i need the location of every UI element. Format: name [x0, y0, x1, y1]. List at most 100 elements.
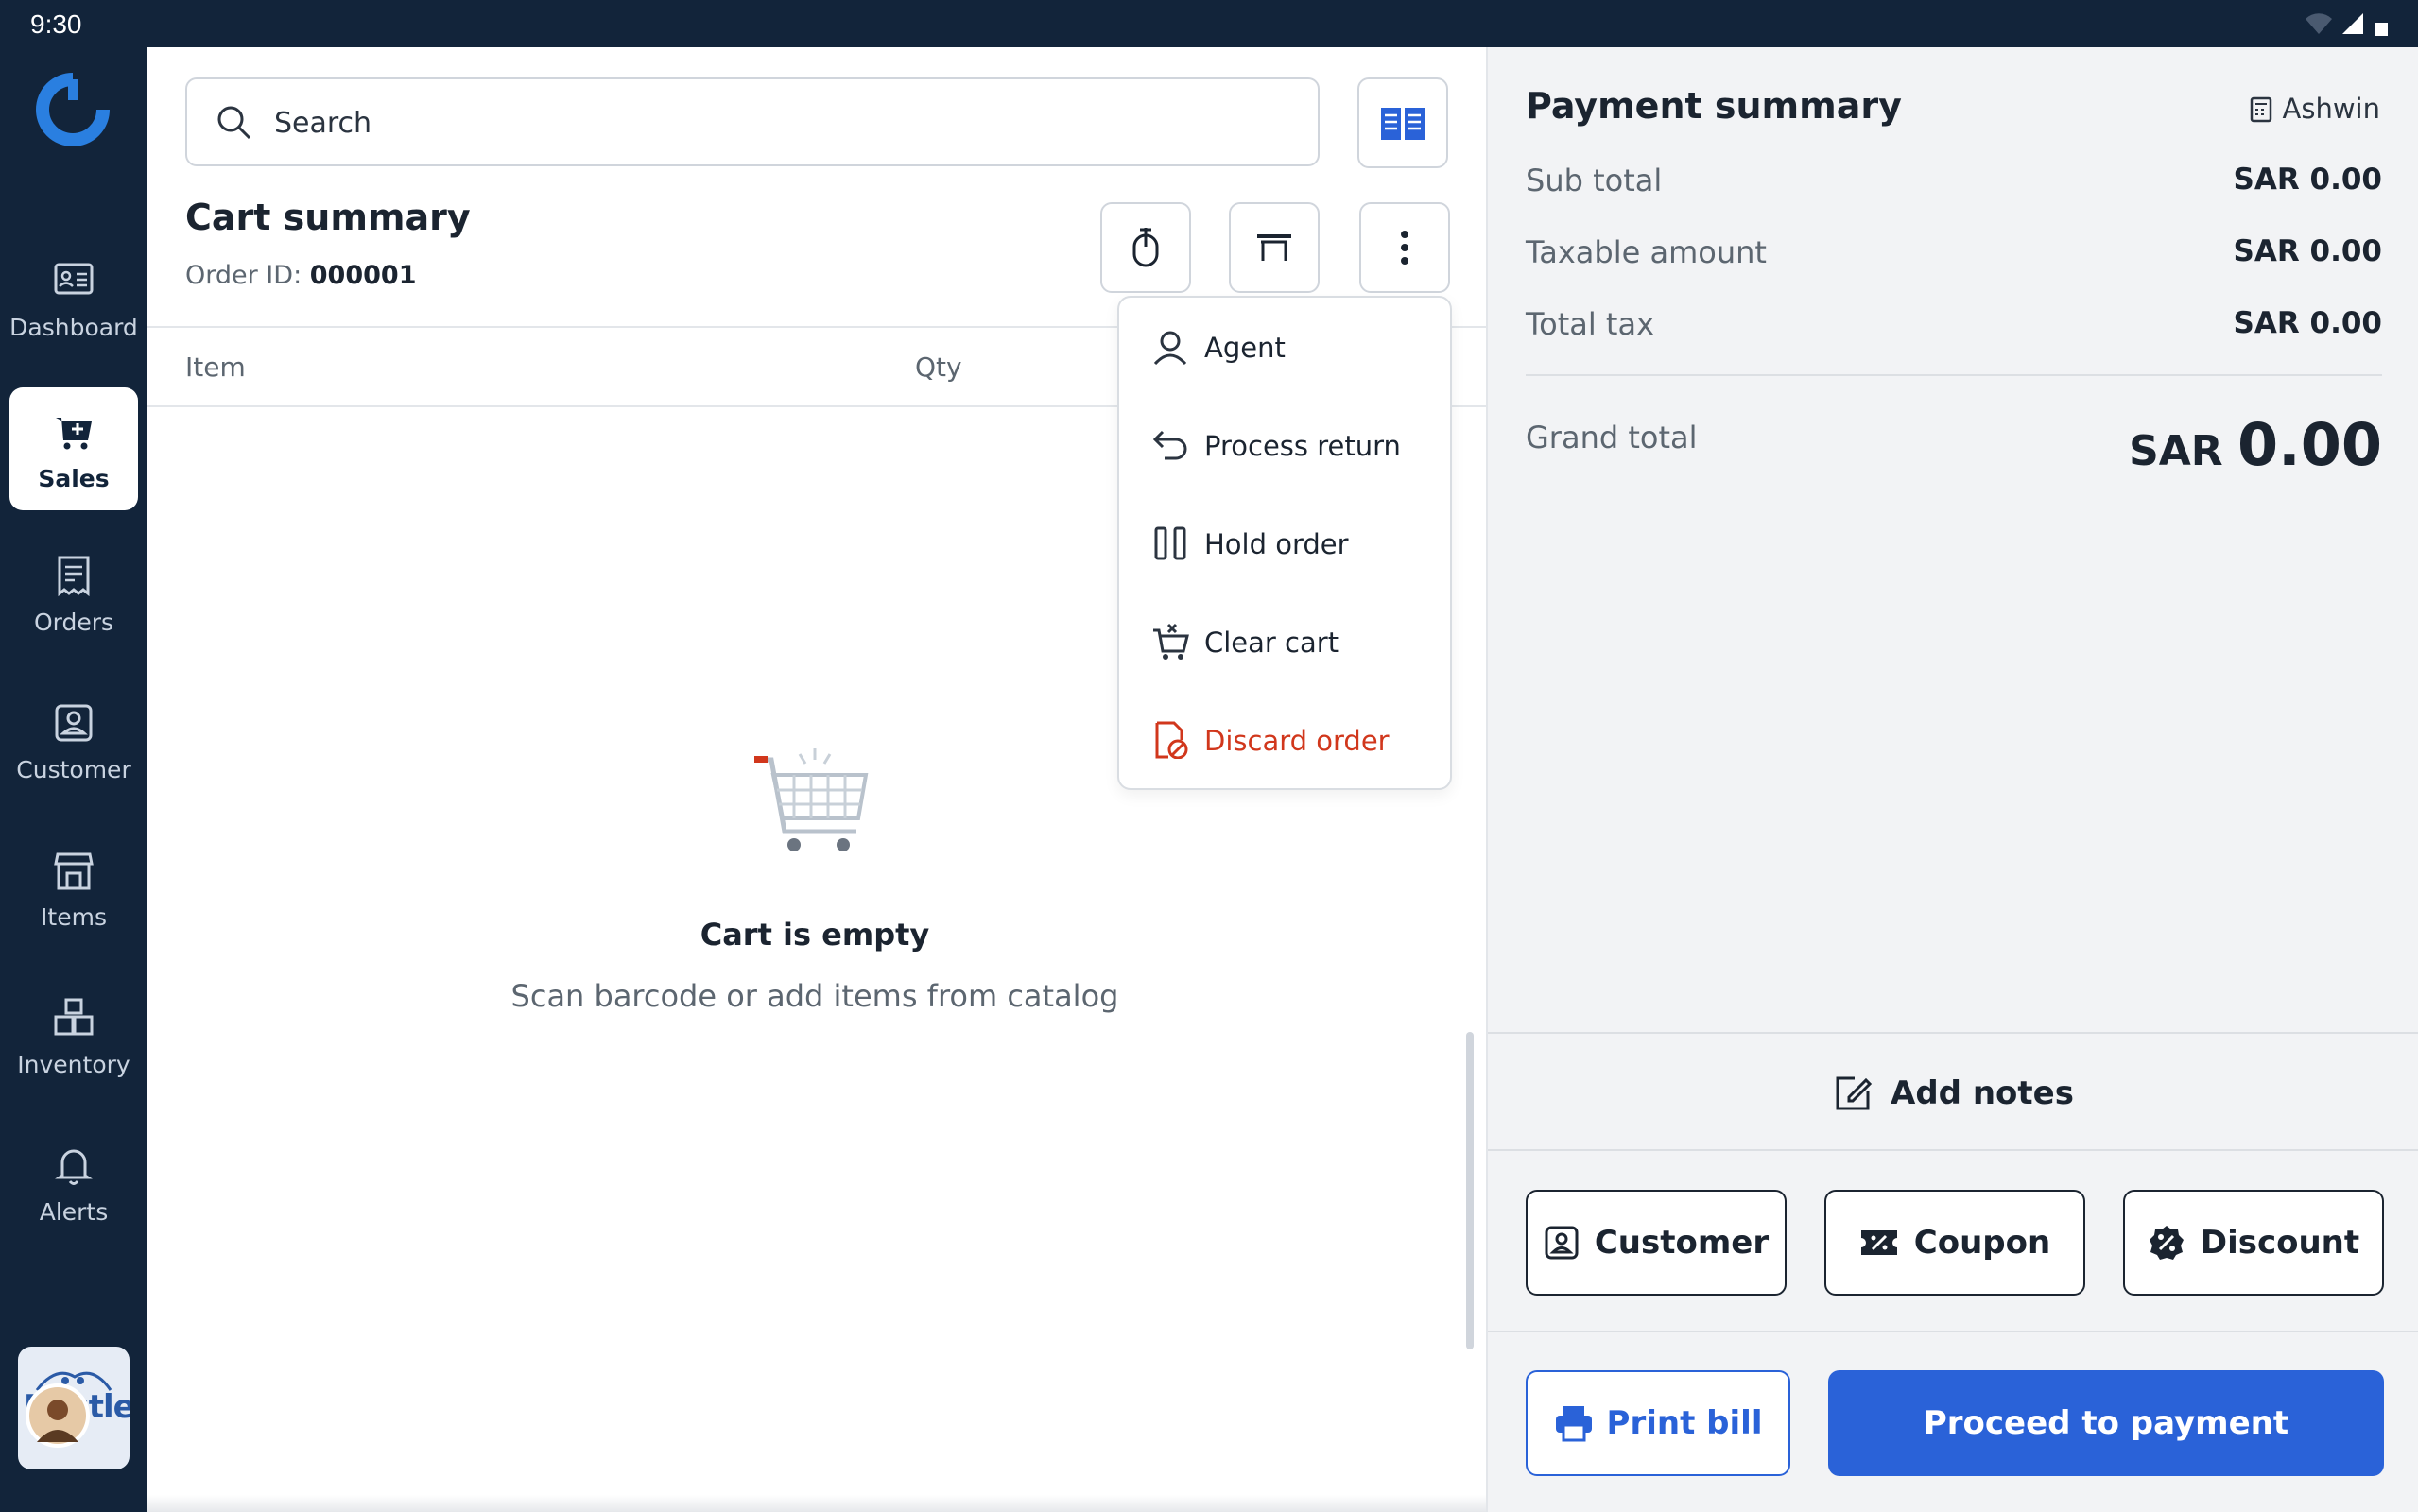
print-bill-label: Print bill — [1606, 1404, 1763, 1442]
return-icon — [1152, 430, 1187, 460]
divider — [1488, 1331, 2418, 1332]
divider — [1488, 1149, 2418, 1151]
menu-item-label: Clear cart — [1204, 627, 1339, 659]
app-logo-icon[interactable] — [35, 72, 111, 147]
catalog-button[interactable] — [1357, 77, 1448, 168]
dashboard-icon — [54, 263, 94, 295]
grand-total-label: Grand total — [1526, 420, 1698, 455]
cashier-user[interactable]: Ashwin — [2249, 93, 2380, 125]
menu-item-label: Hold order — [1204, 528, 1349, 560]
coupon-button-label: Coupon — [1913, 1224, 2051, 1262]
order-id-label: Order ID: — [185, 261, 302, 290]
divider — [1526, 374, 2382, 376]
customer-button-label: Customer — [1594, 1224, 1770, 1262]
proceed-label: Proceed to payment — [1923, 1404, 2289, 1442]
scan-button[interactable] — [1100, 202, 1191, 293]
grand-total-value: SAR 0.00 — [2129, 410, 2382, 479]
sidebar-item-inventory[interactable]: Inventory — [9, 973, 138, 1096]
wifi-icon — [2306, 13, 2332, 34]
sidebar-item-orders[interactable]: Orders — [9, 531, 138, 654]
menu-item-label: Agent — [1204, 332, 1286, 364]
signal-icon — [2342, 13, 2363, 34]
payment-title: Payment summary — [1526, 85, 1902, 127]
sidebar-item-label: Inventory — [17, 1051, 130, 1078]
menu-item-process-return[interactable]: Process return — [1119, 396, 1450, 494]
menu-item-label: Process return — [1204, 430, 1401, 462]
store-icon — [54, 852, 94, 890]
coupon-button[interactable]: Coupon — [1824, 1190, 2085, 1296]
catalog-book-icon — [1381, 108, 1425, 140]
proceed-to-payment-button[interactable]: Proceed to payment — [1828, 1370, 2384, 1476]
print-bill-button[interactable]: Print bill — [1526, 1370, 1790, 1476]
user-avatar-icon — [29, 1387, 86, 1444]
table-button[interactable] — [1229, 202, 1320, 293]
receipt-icon — [58, 556, 90, 597]
menu-item-clear-cart[interactable]: Clear cart — [1119, 593, 1450, 691]
sidebar-item-label: Alerts — [39, 1198, 109, 1226]
menu-item-label: Discard order — [1204, 725, 1390, 757]
grand-total-amount: 0.00 — [2237, 410, 2382, 479]
page-title: Cart summary — [185, 197, 471, 238]
menu-item-discard-order[interactable]: Discard order — [1119, 691, 1450, 789]
pause-icon — [1154, 526, 1186, 560]
search-box[interactable] — [185, 77, 1320, 166]
payment-panel: Payment summary Ashwin Sub total SAR 0.0… — [1486, 47, 2418, 1512]
avatar[interactable] — [26, 1383, 90, 1448]
scrollbar[interactable] — [1466, 1032, 1474, 1349]
discount-badge-icon — [2149, 1226, 2184, 1260]
bell-icon — [55, 1149, 93, 1185]
order-id-line: Order ID: 000001 — [185, 261, 417, 290]
edit-note-icon — [1836, 1076, 1873, 1110]
status-time: 9:30 — [30, 9, 82, 39]
more-options-button[interactable] — [1359, 202, 1450, 293]
add-notes-button[interactable]: Add notes — [1488, 1032, 2418, 1155]
customer-button[interactable]: Customer — [1526, 1190, 1787, 1296]
more-options-menu: Agent Process return Hold order Clear ca… — [1117, 296, 1452, 790]
battery-icon — [2375, 23, 2388, 36]
table-icon — [1257, 234, 1291, 261]
discount-button-label: Discount — [2200, 1224, 2360, 1262]
sidebar-item-label: Items — [41, 903, 107, 931]
tax-value: SAR 0.00 — [2233, 306, 2382, 340]
coupon-icon — [1860, 1230, 1897, 1255]
discard-icon — [1155, 721, 1188, 759]
sidebar-item-sales[interactable]: Sales — [9, 387, 138, 510]
taxable-label: Taxable amount — [1526, 234, 1767, 270]
discount-button[interactable]: Discount — [2123, 1190, 2384, 1296]
order-id-value: 000001 — [309, 261, 417, 290]
sidebar-item-label: Orders — [33, 609, 114, 636]
menu-item-agent[interactable]: Agent — [1119, 298, 1450, 396]
column-qty: Qty — [915, 352, 962, 383]
sidebar-item-dashboard[interactable]: Dashboard — [9, 236, 138, 359]
sidebar-item-label: Customer — [16, 756, 131, 783]
empty-cart-subtitle: Scan barcode or add items from catalog — [510, 978, 1119, 1014]
menu-item-hold-order[interactable]: Hold order — [1119, 494, 1450, 593]
taxable-value: SAR 0.00 — [2233, 234, 2382, 268]
register-icon — [2250, 96, 2271, 123]
printer-icon — [1555, 1406, 1592, 1442]
empty-cart-illustration-icon — [754, 748, 869, 851]
search-icon — [217, 106, 251, 140]
sidebar-item-items[interactable]: Items — [9, 826, 138, 949]
sidebar-item-label: Dashboard — [9, 314, 138, 341]
column-item: Item — [185, 352, 246, 383]
sidebar-item-label: Sales — [38, 465, 110, 492]
sidebar-item-alerts[interactable]: Alerts — [9, 1121, 138, 1244]
subtotal-value: SAR 0.00 — [2233, 163, 2382, 197]
customer-card-icon — [1545, 1226, 1579, 1260]
cashier-name: Ashwin — [2282, 93, 2380, 125]
empty-cart-title: Cart is empty — [699, 917, 930, 953]
sidebar-item-customer[interactable]: Customer — [9, 679, 138, 801]
status-bar: 9:30 — [0, 0, 2418, 47]
boxes-icon — [54, 998, 94, 1036]
sidebar: Dashboard Sales Orders Customer Items In… — [0, 47, 147, 1512]
cart-bottom-shadow — [147, 1495, 1486, 1512]
subtotal-label: Sub total — [1526, 163, 1663, 198]
cart-plus-icon — [56, 418, 92, 450]
clear-cart-icon — [1153, 623, 1189, 660]
search-input[interactable] — [274, 98, 1219, 147]
more-vertical-icon — [1401, 231, 1408, 265]
add-notes-label: Add notes — [1891, 1074, 2074, 1112]
agent-icon — [1153, 331, 1187, 366]
mouse-scanner-icon — [1132, 228, 1159, 267]
